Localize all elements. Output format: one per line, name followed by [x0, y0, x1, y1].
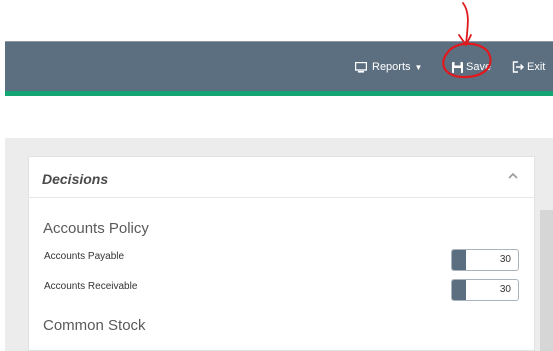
save-button[interactable]: Save — [452, 42, 491, 92]
input-prefix — [452, 280, 466, 300]
floppy-disk-icon — [452, 61, 463, 73]
top-navbar: Reports ▼ Save Exit — [5, 41, 553, 92]
reports-label: Reports — [372, 61, 411, 73]
panel-header[interactable]: Decisions — [29, 157, 534, 198]
navbar-accent-stripe — [5, 91, 553, 96]
field-label-accounts-payable: Accounts Payable — [44, 251, 125, 262]
exit-button[interactable]: Exit — [512, 42, 545, 92]
accounts-receivable-input[interactable]: 30 — [451, 279, 519, 301]
field-label-accounts-receivable: Accounts Receivable — [44, 281, 138, 292]
accounts-receivable-value[interactable]: 30 — [466, 280, 518, 300]
reports-menu-button[interactable]: Reports ▼ — [355, 42, 422, 92]
chevron-up-icon[interactable] — [506, 169, 520, 183]
save-label: Save — [466, 61, 492, 73]
input-prefix — [452, 250, 466, 270]
sign-out-icon — [512, 61, 524, 73]
accounts-payable-input[interactable]: 30 — [451, 249, 519, 271]
section-title-accounts-policy: Accounts Policy — [43, 220, 149, 237]
section-title-common-stock: Common Stock — [43, 317, 146, 334]
caret-down-icon: ▼ — [414, 62, 423, 72]
panel-title: Decisions — [42, 171, 109, 187]
annotation-arrow — [458, 2, 472, 46]
monitor-icon — [355, 61, 367, 73]
decisions-panel: Decisions Accounts Policy Accounts Payab… — [28, 156, 535, 351]
accounts-payable-value[interactable]: 30 — [466, 250, 518, 270]
scrollbar[interactable] — [540, 210, 553, 351]
exit-label: Exit — [527, 61, 546, 73]
